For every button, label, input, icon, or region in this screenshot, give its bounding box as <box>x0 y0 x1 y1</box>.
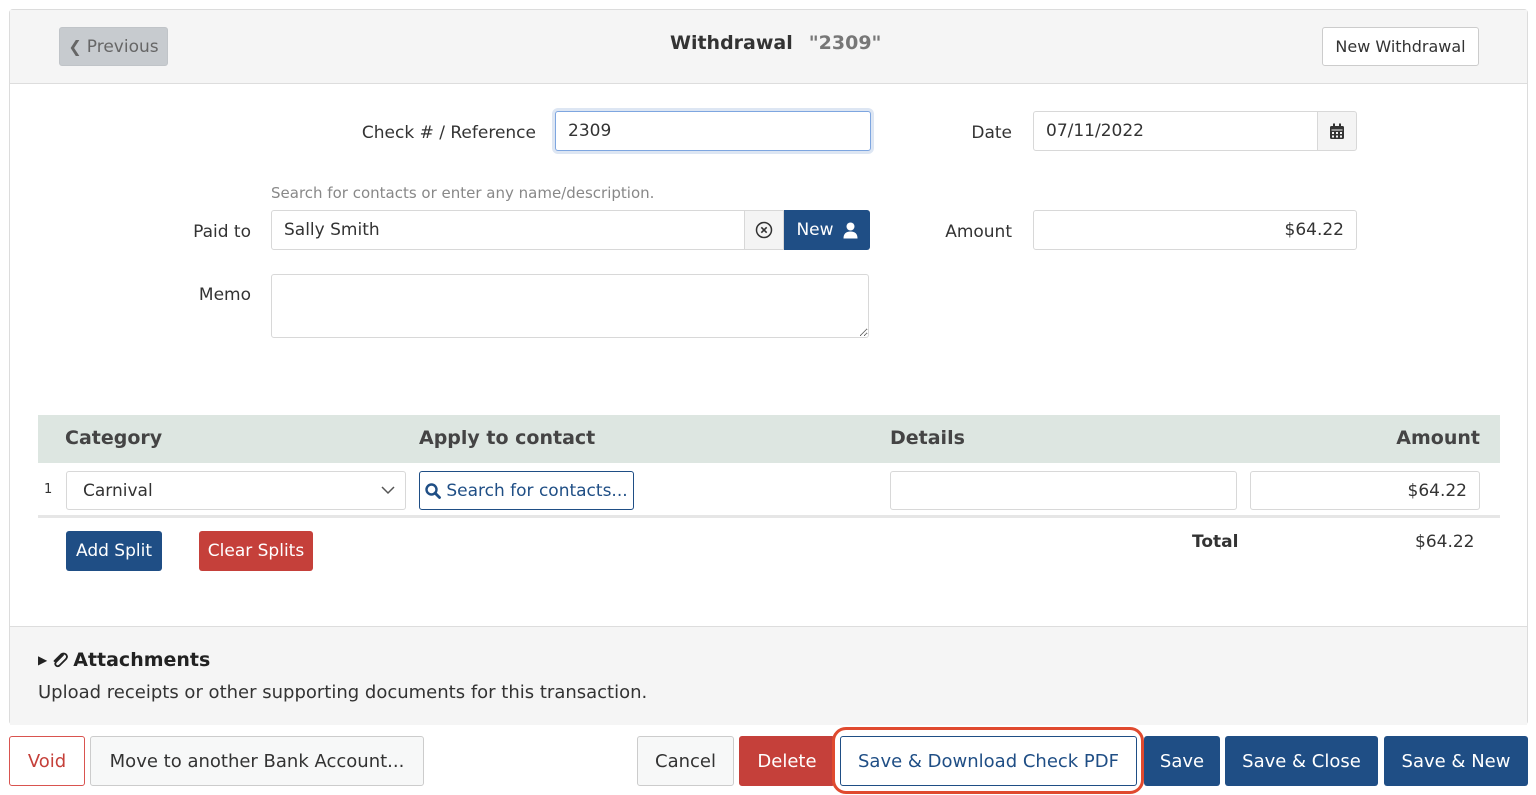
search-contacts-label: Search for contacts... <box>446 480 628 501</box>
search-contacts-button[interactable]: Search for contacts... <box>419 471 634 510</box>
chevron-down-icon <box>381 486 395 495</box>
previous-button[interactable]: ❮ Previous <box>59 27 168 66</box>
memo-label: Memo <box>198 285 251 305</box>
total-value: $64.22 <box>1415 532 1475 552</box>
chevron-left-icon: ❮ <box>68 37 82 56</box>
save-download-check-pdf-button[interactable]: Save & Download Check PDF <box>840 736 1137 786</box>
date-input[interactable]: 07/11/2022 <box>1033 111 1318 151</box>
new-withdrawal-button[interactable]: New Withdrawal <box>1322 27 1479 66</box>
column-header-contact: Apply to contact <box>419 427 596 449</box>
paperclip-icon <box>53 652 69 668</box>
new-contact-button[interactable]: New <box>784 210 870 250</box>
clear-contact-button[interactable] <box>744 210 784 250</box>
date-label: Date <box>971 123 1012 143</box>
title-reference: "2309" <box>808 32 882 54</box>
attachments-panel: ▶ Attachments Upload receipts or other s… <box>10 626 1527 725</box>
save-new-button[interactable]: Save & New <box>1384 736 1528 786</box>
new-contact-label: New <box>796 220 834 240</box>
clear-splits-button[interactable]: Clear Splits <box>199 531 313 571</box>
calendar-button[interactable] <box>1317 111 1357 151</box>
paid-to-input[interactable]: Sally Smith <box>271 210 745 250</box>
caret-right-icon: ▶ <box>38 653 48 667</box>
category-value: Carnival <box>83 480 153 501</box>
cancel-button[interactable]: Cancel <box>637 736 734 786</box>
user-icon <box>843 222 858 238</box>
column-header-category: Category <box>65 427 163 449</box>
category-select[interactable]: Carnival <box>66 471 406 510</box>
column-header-amount: Amount <box>1396 427 1480 449</box>
add-split-button[interactable]: Add Split <box>66 531 162 571</box>
delete-button[interactable]: Delete <box>739 736 835 786</box>
attachments-toggle[interactable]: ▶ Attachments <box>38 649 210 671</box>
split-amount-input[interactable]: $64.22 <box>1250 471 1480 510</box>
paid-to-help-text: Search for contacts or enter any name/de… <box>271 184 655 202</box>
calendar-icon <box>1330 123 1344 139</box>
circle-x-icon <box>755 221 773 239</box>
search-icon <box>425 482 442 499</box>
page-title: Withdrawal "2309" <box>670 32 881 54</box>
attachments-description: Upload receipts or other supporting docu… <box>38 682 648 703</box>
split-details-input[interactable] <box>890 471 1237 510</box>
check-ref-label: Check # / Reference <box>361 123 536 143</box>
save-close-button[interactable]: Save & Close <box>1225 736 1378 786</box>
total-label: Total <box>1192 532 1239 552</box>
card-header: ❮ Previous Withdrawal "2309" New Withdraw… <box>10 10 1527 84</box>
split-row-number: 1 <box>44 482 53 497</box>
amount-label: Amount <box>945 222 1012 242</box>
attachments-title: Attachments <box>73 649 211 671</box>
memo-textarea[interactable] <box>271 274 869 338</box>
move-bank-account-button[interactable]: Move to another Bank Account... <box>90 736 424 786</box>
previous-label: Previous <box>86 36 159 57</box>
column-header-details: Details <box>890 427 965 449</box>
amount-input[interactable]: $64.22 <box>1033 210 1357 250</box>
paid-to-label: Paid to <box>193 222 251 242</box>
check-ref-input[interactable]: 2309 <box>555 111 871 151</box>
withdrawal-card: ❮ Previous Withdrawal "2309" New Withdraw… <box>9 9 1528 725</box>
title-text: Withdrawal <box>670 32 793 54</box>
splits-table-header: Category Apply to contact Details Amount <box>38 415 1500 463</box>
split-row-divider <box>38 515 1500 518</box>
save-button[interactable]: Save <box>1144 736 1220 786</box>
void-button[interactable]: Void <box>9 736 85 786</box>
